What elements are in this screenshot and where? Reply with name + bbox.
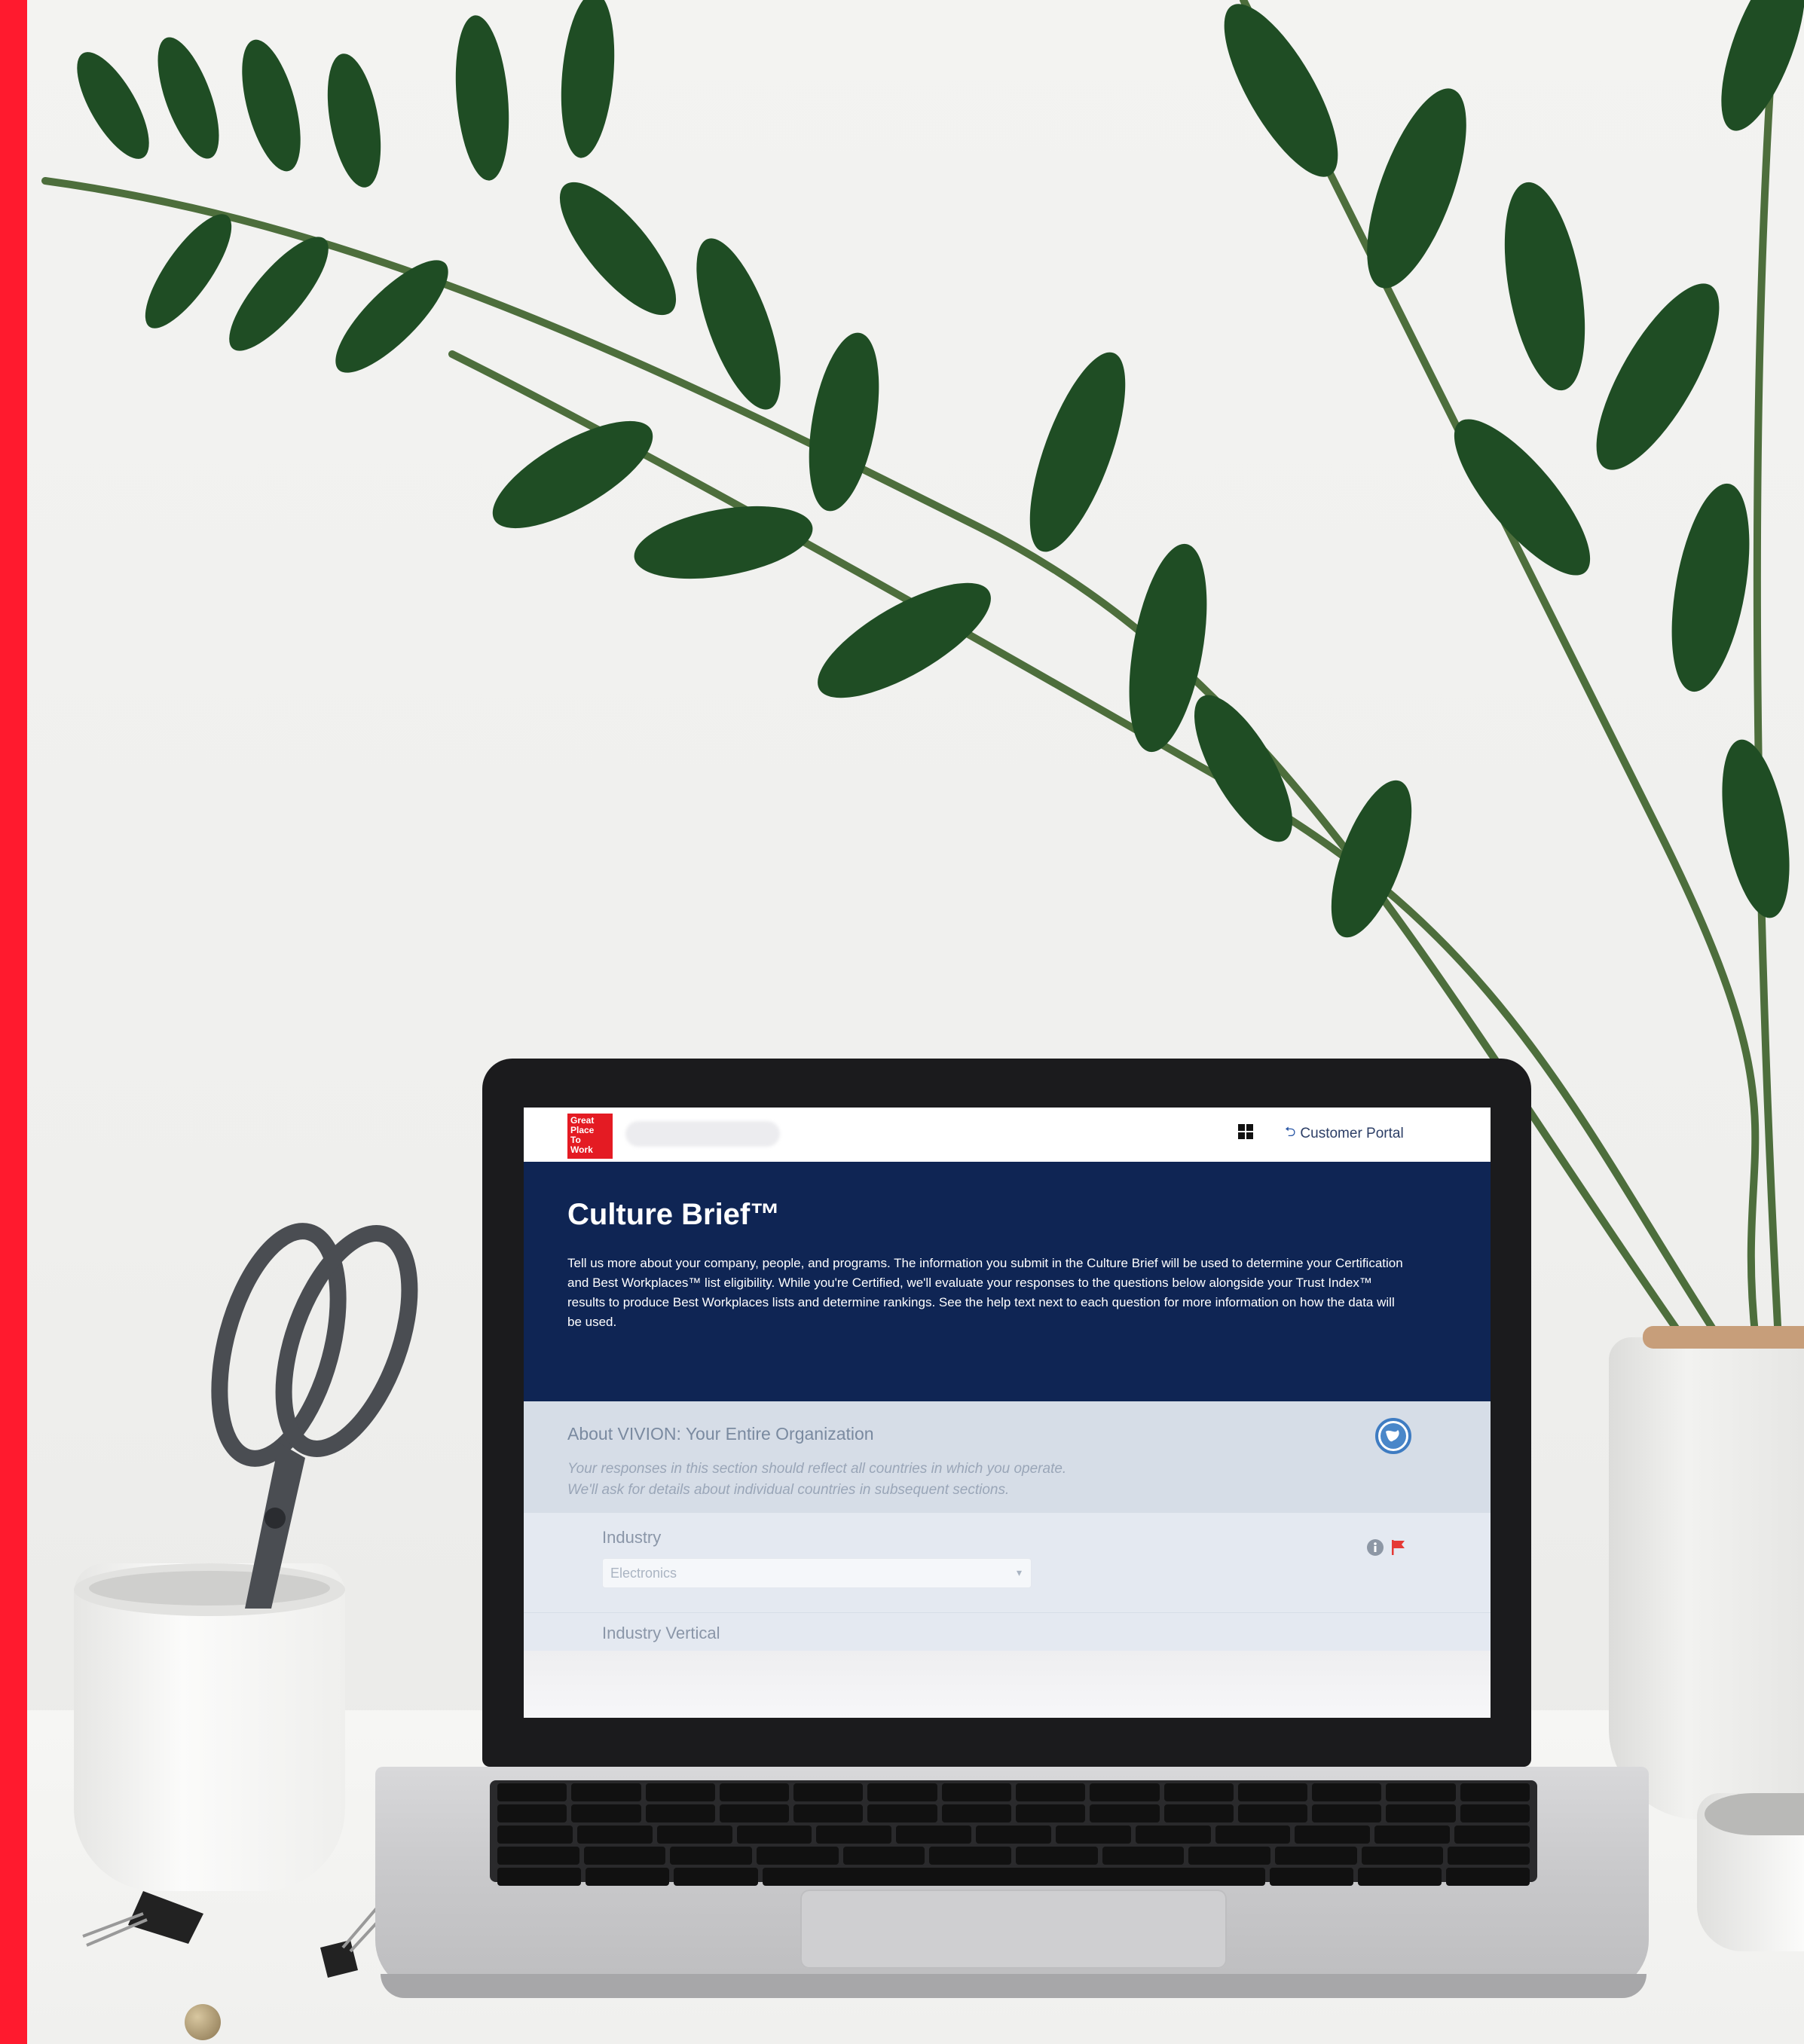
small-cup-top (1705, 1793, 1804, 1835)
great-place-to-work-logo[interactable]: Great Place To Work (567, 1114, 613, 1159)
screen-bottom-area (524, 1651, 1491, 1718)
plant-pot-rim (1643, 1326, 1804, 1349)
customer-portal-label: Customer Portal (1300, 1126, 1404, 1141)
section-note-line-2: We'll ask for details about individual c… (567, 1482, 1010, 1498)
section-note: Your responses in this section should re… (567, 1459, 1246, 1501)
industry-selected-value: Electronics (610, 1566, 677, 1581)
section-title: About VIVION: Your Entire Organization (567, 1424, 874, 1444)
chevron-down-icon: ▾ (1016, 1566, 1022, 1578)
laptop-base-edge (381, 1974, 1647, 1998)
industry-label: Industry (602, 1528, 662, 1547)
globe-icon[interactable] (1375, 1418, 1411, 1454)
culture-brief-hero: Culture Brief™ Tell us more about your c… (524, 1162, 1491, 1401)
scissors (211, 1223, 418, 1609)
return-arrow-icon: ⮌ (1285, 1124, 1296, 1139)
section-header: About VIVION: Your Entire Organization Y… (524, 1401, 1491, 1513)
grid-icon[interactable] (1237, 1123, 1254, 1140)
info-icon[interactable] (1366, 1538, 1384, 1557)
logo-line-4: Work (570, 1144, 593, 1155)
laptop-screen: Great Place To Work ⮌ Customer Portal Cu… (524, 1108, 1491, 1718)
push-pin (185, 2004, 221, 2040)
page-description: Tell us more about your company, people,… (567, 1256, 1403, 1329)
section-note-line-1: Your responses in this section should re… (567, 1461, 1067, 1477)
top-navigation: Great Place To Work ⮌ Customer Portal (524, 1108, 1491, 1163)
industry-vertical-label: Industry Vertical (602, 1624, 720, 1642)
flag-icon[interactable] (1390, 1538, 1407, 1557)
binder-clip-icon (82, 1891, 203, 1947)
laptop-trackpad (800, 1890, 1227, 1969)
customer-portal-link[interactable]: ⮌ Customer Portal (1285, 1124, 1404, 1144)
page-title: Culture Brief™ (567, 1198, 781, 1231)
industry-question: Industry Electronics ▾ (524, 1513, 1491, 1613)
industry-select[interactable]: Electronics ▾ (602, 1558, 1032, 1588)
blurred-company-name (625, 1121, 780, 1147)
plant-pot (1609, 1337, 1804, 1819)
laptop-keyboard (490, 1780, 1537, 1886)
industry-vertical-question: Industry Vertical (524, 1613, 1491, 1651)
